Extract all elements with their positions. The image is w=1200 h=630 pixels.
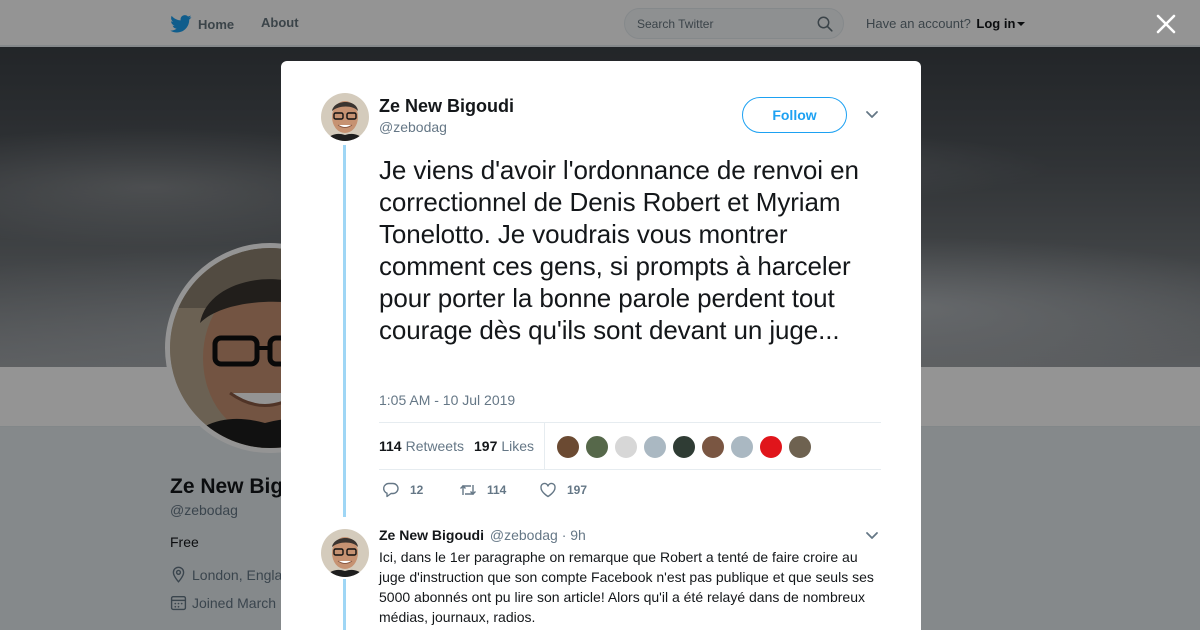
- likes-count: 197: [474, 438, 498, 454]
- liker-avatar[interactable]: [701, 435, 725, 459]
- reply-author-name[interactable]: Ze New Bigoudi: [379, 527, 484, 543]
- likes-label: Likes: [501, 438, 535, 454]
- close-icon[interactable]: [1154, 12, 1178, 36]
- author-avatar[interactable]: [321, 93, 369, 141]
- reply-age[interactable]: · 9h: [562, 527, 586, 543]
- reply-text: Ici, dans le 1er paragraphe on remarque …: [379, 549, 874, 625]
- liker-avatars: [556, 435, 817, 459]
- tweet-stats: 114 Retweets 197 Likes: [379, 422, 881, 470]
- like-count: 197: [567, 483, 588, 497]
- likes-stat[interactable]: 197 Likes: [474, 438, 534, 454]
- reply-author-avatar-image: [321, 529, 369, 577]
- author-name[interactable]: Ze New Bigoudi: [379, 96, 514, 117]
- retweets-label: Retweets: [405, 438, 464, 454]
- liker-avatar[interactable]: [672, 435, 696, 459]
- liker-avatar[interactable]: [585, 435, 609, 459]
- author-handle[interactable]: @zebodag: [379, 119, 447, 135]
- heart-icon: [540, 482, 556, 498]
- chevron-down-icon[interactable]: [865, 110, 879, 120]
- chevron-down-icon[interactable]: [865, 531, 879, 541]
- like-button[interactable]: 197: [539, 481, 587, 499]
- retweets-stat[interactable]: 114 Retweets: [379, 438, 464, 454]
- retweet-button[interactable]: 114: [459, 481, 506, 499]
- retweets-count: 114: [379, 438, 402, 454]
- liker-avatar[interactable]: [759, 435, 783, 459]
- reply-count: 12: [410, 483, 424, 497]
- stats-divider: [544, 423, 545, 470]
- tweet-text: Je viens d'avoir l'ordonnance de renvoi …: [379, 155, 859, 345]
- liker-avatar[interactable]: [556, 435, 580, 459]
- liker-avatar[interactable]: [788, 435, 812, 459]
- tweet-timestamp[interactable]: 1:05 AM - 10 Jul 2019: [379, 392, 515, 408]
- reply-icon: [383, 482, 399, 498]
- follow-button[interactable]: Follow: [742, 97, 847, 133]
- retweet-icon: [460, 485, 476, 495]
- reply-author-avatar[interactable]: [321, 529, 369, 577]
- thread-connector-line: [343, 579, 346, 630]
- liker-avatar[interactable]: [730, 435, 754, 459]
- liker-avatar[interactable]: [614, 435, 638, 459]
- tweet-modal: Ze New Bigoudi @zebodag Follow Je viens …: [281, 61, 921, 630]
- author-avatar-image: [321, 93, 369, 141]
- reply-author-handle[interactable]: @zebodag: [490, 527, 558, 543]
- retweet-count: 114: [487, 483, 507, 497]
- thread-connector-line: [343, 145, 346, 517]
- reply-button[interactable]: 12: [382, 481, 423, 499]
- reply-header: Ze New Bigoudi @zebodag · 9h: [379, 527, 586, 543]
- tweet-actions: 12 114 197: [379, 481, 679, 501]
- liker-avatar[interactable]: [643, 435, 667, 459]
